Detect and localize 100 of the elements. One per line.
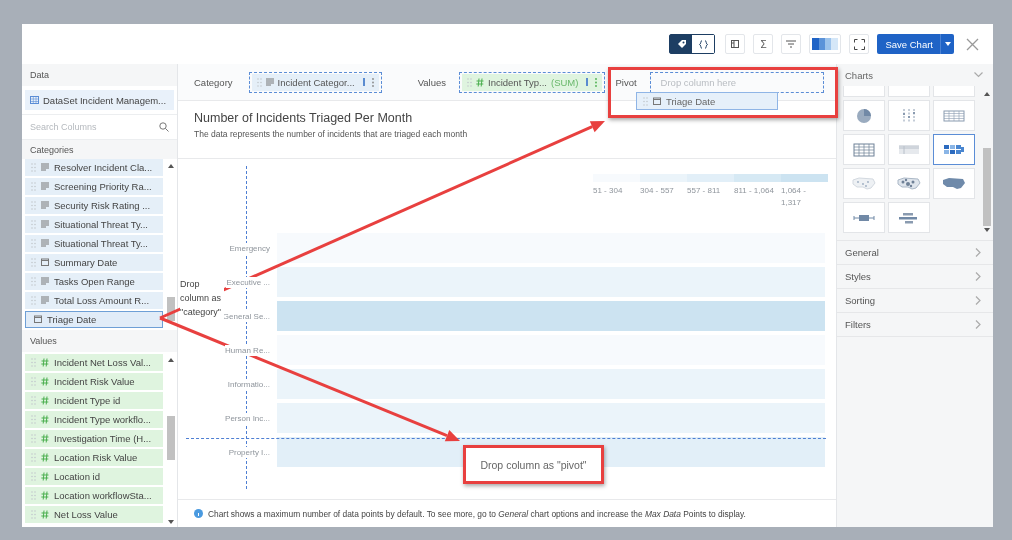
grip-icon	[31, 276, 36, 286]
hash-icon	[41, 471, 49, 481]
settings-section[interactable]: Styles	[837, 265, 993, 289]
chevron-icon	[974, 72, 983, 78]
grip-icon	[31, 238, 36, 248]
legend-label: 51 - 304	[593, 185, 624, 197]
grip-icon	[256, 77, 262, 87]
column-item[interactable]: Incident Risk Value	[25, 373, 163, 390]
column-item[interactable]: Situational Threat Ty...	[25, 235, 163, 252]
panel-header[interactable]: Charts	[837, 64, 993, 86]
grip-icon	[31, 295, 36, 305]
shelf-label: Pivot	[615, 76, 637, 88]
hash-icon	[476, 77, 484, 87]
dragged-column[interactable]: Triage Date	[636, 92, 778, 110]
column-item[interactable]: Incident Net Loss Val...	[25, 354, 163, 371]
column-item[interactable]: Screening Priority Ra...	[25, 178, 163, 195]
toolbar-button[interactable]	[849, 34, 870, 54]
hash-icon	[41, 357, 49, 367]
column-item[interactable]: Total Loss Amount R...	[25, 292, 163, 309]
arrow-up-icon[interactable]	[168, 164, 174, 168]
hash-icon	[41, 509, 49, 519]
arrow-down-icon[interactable]	[984, 228, 990, 232]
dataset-item[interactable]: DataSet Incident Managem...	[25, 90, 174, 110]
column-item[interactable]: Triage Date	[25, 311, 163, 328]
save-chart-button[interactable]: Save Chart	[877, 34, 954, 54]
grip-icon	[643, 96, 648, 106]
legend-label: 557 - 811	[687, 185, 722, 197]
fullscreen-icon	[853, 38, 865, 50]
column-item[interactable]: Security Risk Rating ...	[25, 197, 163, 214]
sum-button[interactable]: Σ	[753, 34, 774, 54]
column-item[interactable]: Net Loss Value	[25, 506, 163, 523]
close-icon[interactable]	[966, 37, 979, 51]
hash-icon	[41, 452, 49, 462]
text-lines-icon	[41, 163, 49, 172]
category-label: Person Inc...	[225, 412, 270, 424]
calendar-icon	[41, 258, 49, 267]
toolbar-button[interactable]	[725, 34, 746, 54]
settings-section[interactable]: General	[837, 241, 993, 265]
column-item[interactable]: Summary Date	[25, 254, 163, 271]
text-lines-icon	[41, 239, 49, 248]
text-lines-icon	[41, 201, 49, 210]
column-item[interactable]: Location Risk Value	[25, 449, 163, 466]
text-lines-icon	[41, 296, 49, 305]
category-label: Informatio...	[227, 378, 270, 390]
filter-icon	[786, 40, 797, 48]
chart-title: Number of Incidents Triaged Per Month	[194, 111, 414, 125]
arrow-down-icon[interactable]	[168, 520, 174, 524]
hash-icon	[41, 414, 49, 424]
toolbar-button[interactable]	[809, 34, 842, 54]
section-header: Values	[22, 330, 177, 352]
column-item[interactable]: Investigation Time (H...	[25, 430, 163, 447]
legend-label: 811 - 1,064	[734, 185, 775, 197]
column-item[interactable]: Resolver Incident Cla...	[25, 159, 163, 176]
category-label: Emergency	[229, 242, 270, 254]
grip-icon	[31, 433, 36, 443]
view-toggle-button[interactable]	[670, 35, 693, 53]
chart-type-icon	[941, 107, 967, 124]
chevron-icon	[975, 320, 981, 329]
grip-icon	[31, 357, 36, 367]
grip-icon	[31, 162, 36, 172]
panel-icon	[730, 39, 741, 49]
text-lines-icon	[265, 78, 274, 86]
grip-icon	[31, 376, 36, 386]
legend-label: 304 - 557	[640, 185, 675, 197]
kebab-icon[interactable]	[595, 77, 598, 87]
column-item[interactable]: Location workflowSta...	[25, 487, 163, 504]
arrow-up-icon[interactable]	[984, 92, 990, 96]
calendar-icon	[653, 97, 661, 105]
grip-icon	[31, 509, 36, 519]
column-item[interactable]: Location id	[25, 468, 163, 485]
grip-icon	[31, 257, 36, 267]
scroll-thumb[interactable]	[167, 297, 175, 321]
grip-icon	[31, 181, 36, 191]
scroll-thumb[interactable]	[983, 148, 991, 226]
category-label: Human Re...	[225, 344, 270, 356]
chart-type-button[interactable]	[933, 134, 975, 165]
column-item[interactable]: Incident Type id	[25, 392, 163, 409]
arrow-up-icon[interactable]	[168, 358, 174, 362]
chevron-icon	[975, 272, 981, 281]
text-lines-icon	[41, 277, 49, 286]
search-icon	[159, 122, 169, 132]
hash-icon	[41, 395, 49, 405]
column-item[interactable]: Tasks Open Range	[25, 273, 163, 290]
hash-icon	[41, 490, 49, 500]
text-lines-icon	[41, 220, 49, 229]
chart-subtitle: The data represents the number of incidents that are triaged each month	[194, 129, 469, 139]
section-header: Categories	[22, 140, 177, 159]
column-item[interactable]: Situational Threat Ty...	[25, 216, 163, 233]
grip-icon	[31, 471, 36, 481]
grip-icon	[31, 395, 36, 405]
caret-icon	[944, 42, 951, 46]
settings-section[interactable]: Sorting	[837, 289, 993, 313]
settings-section[interactable]: Filters	[837, 313, 993, 337]
kebab-icon[interactable]	[371, 77, 374, 87]
shelf-label: Values	[417, 76, 446, 88]
scroll-thumb[interactable]	[167, 416, 175, 460]
chevron-icon	[975, 248, 981, 257]
column-item[interactable]: Incident Type workflo...	[25, 411, 163, 428]
hash-icon	[41, 376, 49, 386]
grip-icon	[467, 77, 472, 87]
